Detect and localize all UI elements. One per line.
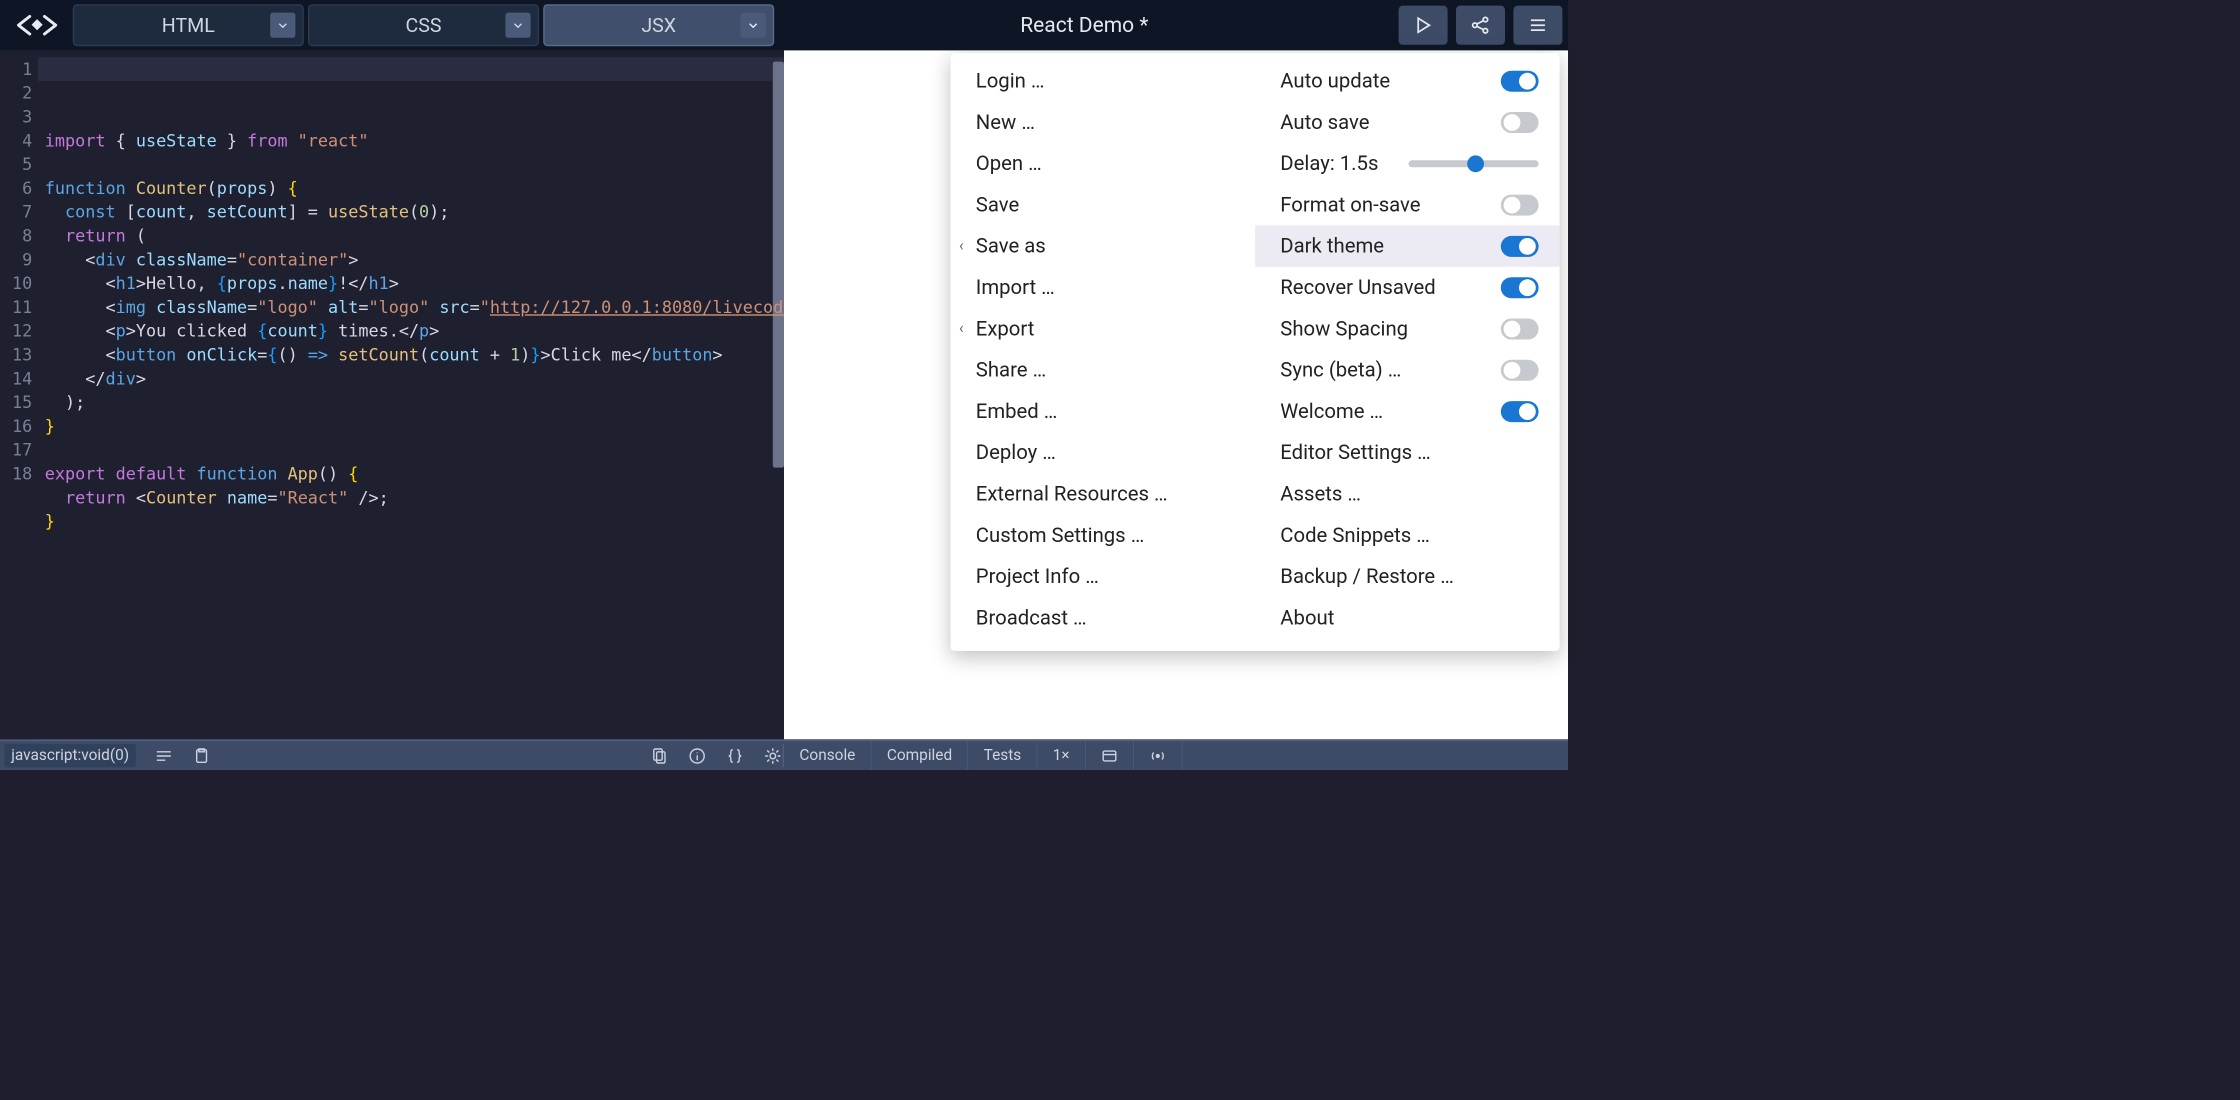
toggle[interactable] xyxy=(1501,236,1539,257)
menu-item[interactable]: Auto update xyxy=(1255,60,1560,101)
menu-item[interactable]: Open … xyxy=(951,143,1256,184)
menu-item[interactable]: Sync (beta) … xyxy=(1255,349,1560,390)
menu-item[interactable]: Assets … xyxy=(1255,473,1560,514)
menu-item[interactable]: Editor Settings … xyxy=(1255,432,1560,473)
clipboard-icon[interactable] xyxy=(192,746,212,766)
run-button[interactable] xyxy=(1399,6,1448,45)
tab-label: JSX xyxy=(641,14,676,37)
menu-item[interactable]: Code Snippets … xyxy=(1255,515,1560,556)
braces-icon[interactable] xyxy=(725,746,745,766)
menu-item-label: Save as xyxy=(976,234,1046,258)
menu-item[interactable]: Recover Unsaved xyxy=(1255,267,1560,308)
menu-item[interactable]: About xyxy=(1255,597,1560,638)
settings-menu: Login … New … Open … Save ‹ Save as Import … ‹ E… xyxy=(951,53,1560,651)
tab-jsx[interactable]: JSX xyxy=(543,4,774,46)
app-logo[interactable] xyxy=(6,8,69,42)
menu-item-label: Code Snippets … xyxy=(1280,523,1430,547)
toggle[interactable] xyxy=(1501,70,1539,91)
tab-css[interactable]: CSS xyxy=(308,4,539,46)
menu-item[interactable]: Welcome … xyxy=(1255,391,1560,432)
gear-icon[interactable] xyxy=(763,746,783,766)
menu-item-label: Share … xyxy=(976,358,1046,382)
preview-pane: Login … New … Open … Save ‹ Save as Import … ‹ E… xyxy=(784,50,1568,739)
menu-button[interactable] xyxy=(1513,6,1562,45)
menu-item[interactable]: Format on-save xyxy=(1255,184,1560,225)
result-tab[interactable]: Console xyxy=(784,741,871,770)
menu-item[interactable]: External Resources … xyxy=(951,473,1256,514)
menu-item[interactable]: Dark theme xyxy=(1255,225,1560,266)
toggle[interactable] xyxy=(1501,318,1539,339)
tab-html-dropdown[interactable] xyxy=(270,13,295,38)
menu-item-label: Import … xyxy=(976,275,1055,299)
menu-item-label: Welcome … xyxy=(1280,399,1383,423)
menu-item-label: Editor Settings … xyxy=(1280,441,1430,465)
copy-icon[interactable] xyxy=(650,746,670,766)
status-text: javascript:void(0) xyxy=(4,744,136,767)
toggle[interactable] xyxy=(1501,277,1539,298)
menu-item-label: Auto update xyxy=(1280,69,1390,93)
menu-item-label: Recover Unsaved xyxy=(1280,275,1435,299)
menu-item-label: Sync (beta) … xyxy=(1280,358,1401,382)
toggle[interactable] xyxy=(1501,112,1539,133)
menu-item[interactable]: ‹ Export xyxy=(951,308,1256,349)
code-content[interactable]: import { useState } from "react" functio… xyxy=(45,129,784,557)
menu-item[interactable]: Custom Settings … xyxy=(951,515,1256,556)
menu-item[interactable]: Deploy … xyxy=(951,432,1256,473)
toggle[interactable] xyxy=(1501,359,1539,380)
menu-item-label: Export xyxy=(976,317,1035,341)
line-gutter: 123456789101112131415161718 xyxy=(0,50,38,739)
chevron-left-icon: ‹ xyxy=(959,320,964,338)
info-icon[interactable] xyxy=(687,746,707,766)
menu-item[interactable]: Broadcast … xyxy=(951,597,1256,638)
menu-item-label: Backup / Restore … xyxy=(1280,565,1453,589)
toggle[interactable] xyxy=(1501,194,1539,215)
result-tab[interactable]: 1× xyxy=(1037,741,1085,770)
menu-item-label: External Resources … xyxy=(976,482,1168,506)
tab-html[interactable]: HTML xyxy=(73,4,304,46)
menu-item-label: Open … xyxy=(976,152,1042,176)
menu-item[interactable]: Embed … xyxy=(951,391,1256,432)
fullscreen-icon[interactable] xyxy=(1086,741,1134,770)
menu-item-label: Deploy … xyxy=(976,441,1056,465)
code-editor[interactable]: 123456789101112131415161718 import { use… xyxy=(0,50,784,739)
menu-item-label: Delay: 1.5s xyxy=(1280,152,1378,176)
menu-item-label: Embed … xyxy=(976,399,1058,423)
menu-item[interactable]: Show Spacing xyxy=(1255,308,1560,349)
menu-item[interactable]: Import … xyxy=(951,267,1256,308)
tab-label: CSS xyxy=(405,14,441,37)
project-title: React Demo * xyxy=(778,13,1390,38)
editor-layout-icon[interactable] xyxy=(154,746,174,766)
tab-jsx-dropdown[interactable] xyxy=(741,13,766,38)
menu-item-label: Dark theme xyxy=(1280,234,1384,258)
share-button[interactable] xyxy=(1456,6,1505,45)
tab-label: HTML xyxy=(162,14,215,37)
menu-item[interactable]: Delay: 1.5s xyxy=(1255,143,1560,184)
menu-item-label: About xyxy=(1280,606,1334,630)
menu-item[interactable]: Project Info … xyxy=(951,556,1256,597)
menu-item[interactable]: Save xyxy=(951,184,1256,225)
menu-item[interactable]: Auto save xyxy=(1255,102,1560,143)
menu-item-label: Custom Settings … xyxy=(976,523,1144,547)
result-tab[interactable]: Tests xyxy=(968,741,1037,770)
menu-item-label: Auto save xyxy=(1280,110,1369,134)
menu-item[interactable]: Login … xyxy=(951,60,1256,101)
menu-item-label: New … xyxy=(976,110,1035,134)
menu-item[interactable]: ‹ Save as xyxy=(951,225,1256,266)
menu-item[interactable]: New … xyxy=(951,102,1256,143)
delay-slider[interactable] xyxy=(1408,160,1538,167)
menu-item-label: Login … xyxy=(976,69,1045,93)
menu-item-label: Project Info … xyxy=(976,565,1099,589)
menu-item-label: Format on-save xyxy=(1280,193,1420,217)
menu-item[interactable]: Backup / Restore … xyxy=(1255,556,1560,597)
tab-css-dropdown[interactable] xyxy=(505,13,530,38)
broadcast-icon[interactable] xyxy=(1134,741,1182,770)
chevron-left-icon: ‹ xyxy=(959,237,964,255)
menu-item-label: Show Spacing xyxy=(1280,317,1408,341)
result-tab[interactable]: Compiled xyxy=(871,741,968,770)
toggle[interactable] xyxy=(1501,401,1539,422)
menu-item[interactable]: Share … xyxy=(951,349,1256,390)
menu-item-label: Broadcast … xyxy=(976,606,1087,630)
menu-item-label: Assets … xyxy=(1280,482,1361,506)
menu-item-label: Save xyxy=(976,193,1019,217)
